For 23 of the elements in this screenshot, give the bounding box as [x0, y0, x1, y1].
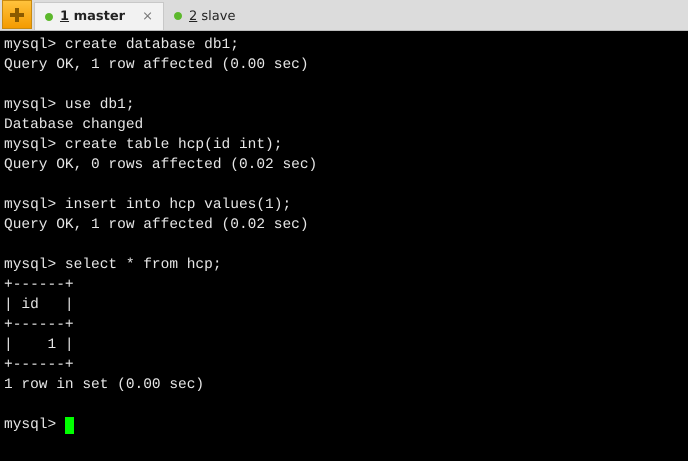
terminal-line: mysql> use db1;: [4, 96, 135, 115]
terminal-line: Query OK, 1 row affected (0.02 sec): [4, 216, 309, 235]
close-tab-button[interactable]: ×: [142, 9, 153, 24]
terminal-line: 1 row in set (0.00 sec): [4, 376, 204, 395]
tab-label: 1 master: [60, 9, 126, 24]
tab[interactable]: 2 slave: [164, 2, 246, 30]
tab[interactable]: 1 master ×: [34, 2, 164, 30]
terminal-line: Query OK, 1 row affected (0.00 sec): [4, 56, 309, 75]
terminal-line: | 1 |: [4, 336, 74, 355]
terminal-line: mysql>: [4, 416, 58, 435]
new-tab-button[interactable]: [2, 0, 32, 29]
terminal-line: +------+: [4, 276, 74, 295]
terminal-line: | id |: [4, 296, 74, 315]
plus-icon: [10, 8, 24, 22]
terminal-line: +------+: [4, 316, 74, 335]
terminal-line: mysql> create database db1;: [4, 36, 239, 55]
terminal-line: Database changed: [4, 116, 144, 135]
terminal-line: mysql> create table hcp(id int);: [4, 136, 282, 155]
tab-label: 2 slave: [189, 8, 236, 24]
terminal-line: mysql> insert into hcp values(1);: [4, 196, 292, 215]
terminal-line: +------+: [4, 356, 74, 375]
terminal-line: mysql> select * from hcp;: [4, 256, 222, 275]
terminal-line: Query OK, 0 rows affected (0.02 sec): [4, 156, 318, 175]
